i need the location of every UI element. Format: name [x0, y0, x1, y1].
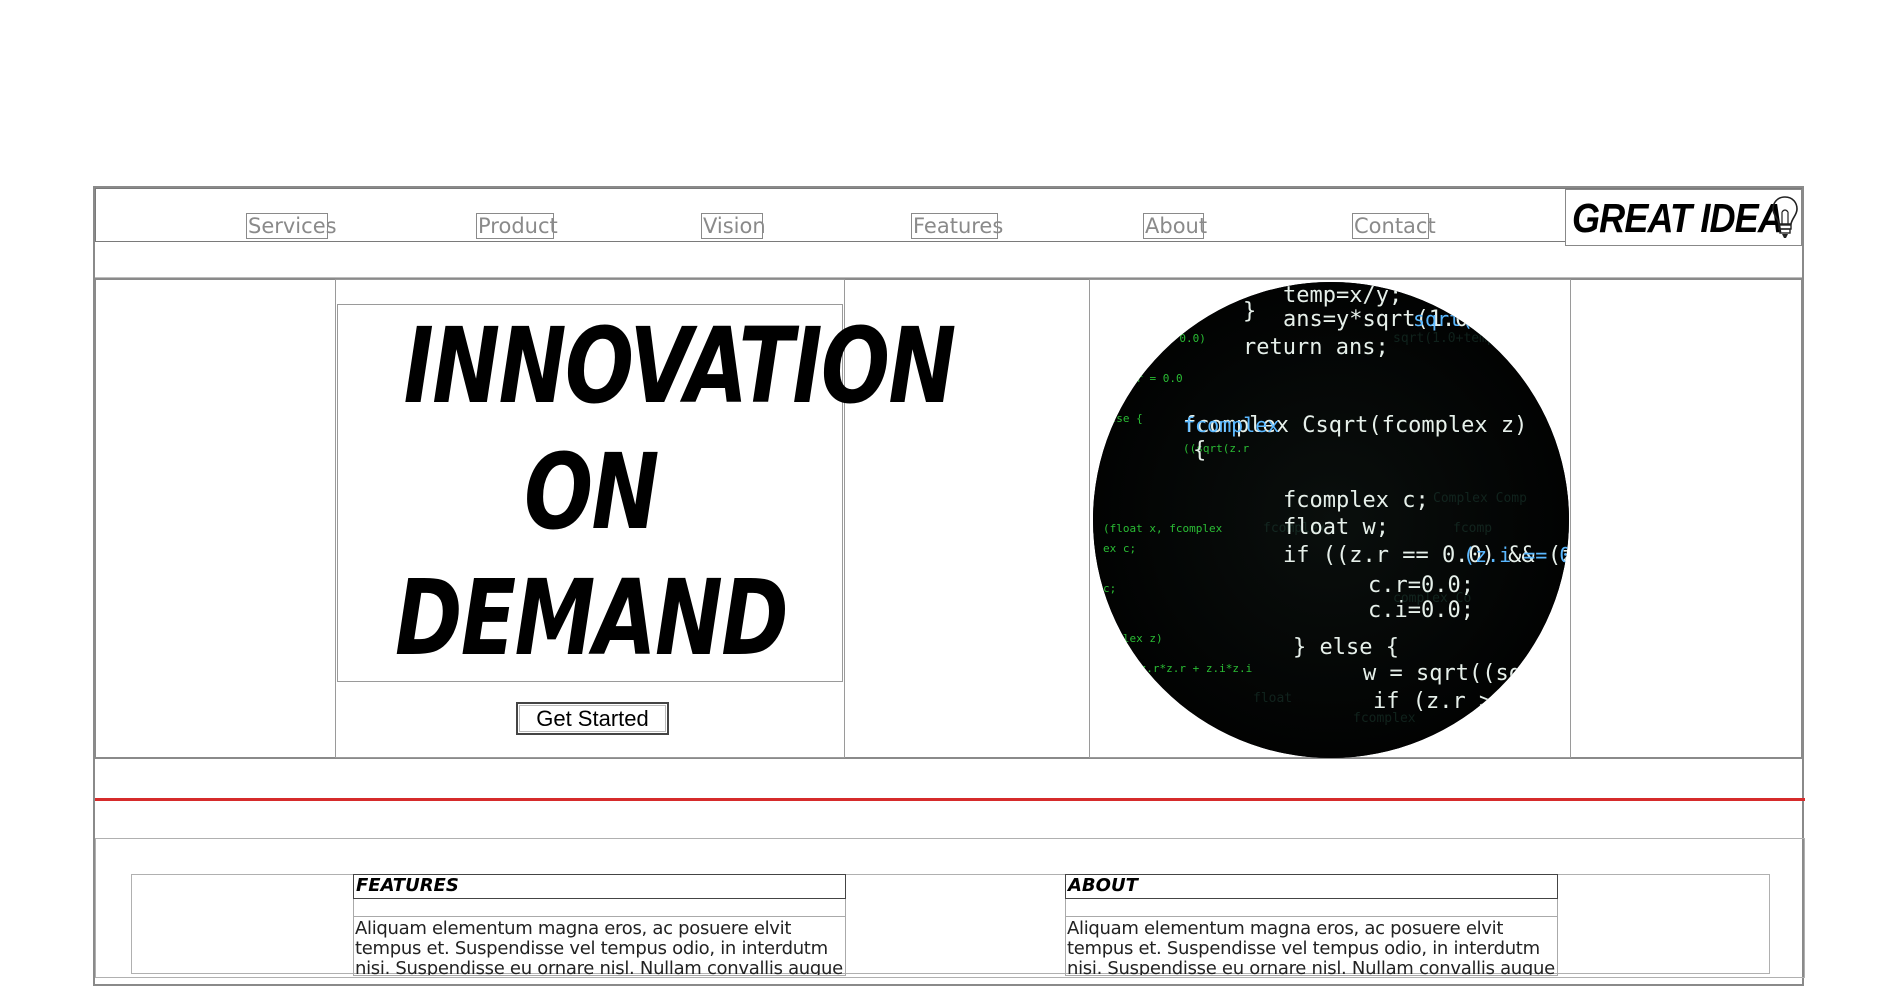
- svg-text:fcomplex c;: fcomplex c;: [1283, 488, 1429, 513]
- nav-link-features[interactable]: Features: [911, 213, 1003, 239]
- about-heading: ABOUT: [1065, 874, 1558, 899]
- about-body: Aliquam elementum magna eros, ac posuere…: [1065, 916, 1558, 976]
- nav-link-contact[interactable]: Contact: [1352, 213, 1436, 239]
- svg-text:} else {: } else {: [1293, 635, 1399, 660]
- nav-underbar: [95, 243, 1802, 278]
- features-heading: FEATURES: [353, 874, 846, 899]
- lightbulb-icon: [1772, 196, 1798, 238]
- headline-line-2: ON: [524, 431, 659, 553]
- nav-link-vision[interactable]: Vision: [701, 213, 766, 239]
- svg-text:float: float: [1253, 691, 1292, 706]
- nav-link-product[interactable]: Product: [476, 213, 558, 239]
- logo-text: GREAT IDEA: [1572, 195, 1784, 241]
- svg-text:(float x, fcomplex: (float x, fcomplex: [1103, 522, 1223, 535]
- svg-text:fcomp: fcomp: [1453, 521, 1492, 536]
- features-heading-gap: [353, 899, 846, 917]
- svg-text:{: {: [1193, 438, 1206, 463]
- svg-text:(z.i == 0.0)) {: (z.i == 0.0)) {: [1463, 543, 1569, 567]
- nav-link-services[interactable]: Services: [246, 213, 337, 239]
- features-body: Aliquam elementum magna eros, ac posuere…: [353, 916, 846, 976]
- hero-headline: INNOVATION ON DEMAND: [337, 304, 957, 682]
- svg-text:ex c;: ex c;: [1103, 542, 1136, 555]
- svg-text:(z.r*z.r + z.i*z.i: (z.r*z.r + z.i*z.i: [1133, 662, 1252, 675]
- svg-text:fcomplex: fcomplex: [1183, 413, 1279, 437]
- get-started-button[interactable]: Get Started: [516, 702, 669, 735]
- features-section: FEATURES Aliquam elementum magna eros, a…: [353, 874, 846, 976]
- nav-link-about[interactable]: About: [1143, 213, 1207, 239]
- about-heading-gap: [1065, 899, 1558, 917]
- headline-line-3: DEMAND: [394, 557, 789, 679]
- svg-text:c.i=0.0;: c.i=0.0;: [1368, 598, 1474, 623]
- code-graphic: sqrt(1.0+temp*temp) Complex Comp fcomp f…: [1093, 282, 1569, 758]
- svg-text:Complex Comp: Complex Comp: [1433, 491, 1527, 506]
- svg-text:c.r=0.0;: c.r=0.0;: [1368, 573, 1474, 598]
- about-section: ABOUT Aliquam elementum magna eros, ac p…: [1065, 874, 1558, 976]
- svg-text:float w;: float w;: [1283, 515, 1389, 540]
- headline-line-1: INNOVATION: [403, 305, 957, 427]
- code-screen-image: sqrt(1.0+temp*temp) Complex Comp fcomp f…: [1093, 282, 1569, 758]
- svg-text:}: }: [1243, 299, 1256, 324]
- section-divider: [95, 798, 1805, 801]
- svg-text:return ans;: return ans;: [1243, 335, 1389, 360]
- logo[interactable]: GREAT IDEA: [1565, 189, 1802, 246]
- svg-text:c;: c;: [1103, 582, 1116, 595]
